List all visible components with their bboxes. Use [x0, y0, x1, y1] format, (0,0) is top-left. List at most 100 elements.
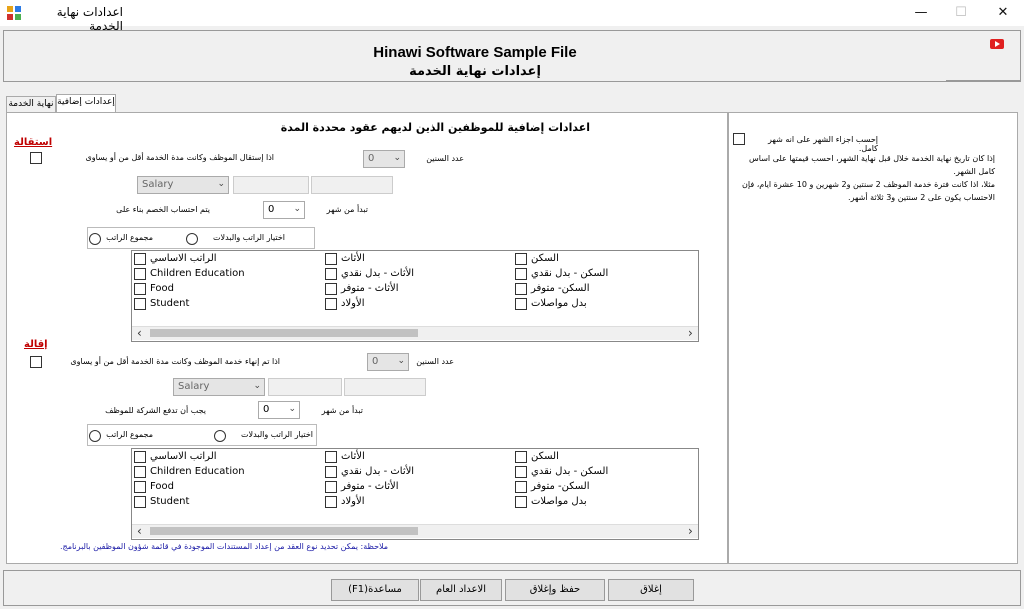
termination-checkbox[interactable]	[30, 356, 42, 368]
list-item-label: الأولاد	[341, 496, 365, 507]
resignation-radio-total[interactable]	[89, 233, 101, 245]
contract-note: ملاحظة: يمكن تحديد نوع العقد من إعداد ال…	[60, 542, 389, 551]
resignation-radio-select-label: اختيار الراتب والبدلات	[213, 233, 285, 242]
list-item-label: الأثاث - بدل نقدي	[341, 466, 415, 477]
list-item-label: الأولاد	[341, 298, 365, 309]
maximize-button[interactable]: ☐	[938, 0, 984, 26]
termination-col2-check-0[interactable]	[325, 451, 337, 463]
month-fraction-label: إحسب اجزاء الشهر على انه شهر كامل.	[768, 135, 878, 153]
resignation-col2-check-1[interactable]	[325, 268, 337, 280]
resignation-scroll-thumb[interactable]	[150, 329, 418, 337]
resignation-col1-check-1[interactable]	[134, 268, 146, 280]
resignation-salary-select[interactable]: Salary ⌄	[137, 176, 229, 194]
resignation-col1-check-0[interactable]	[134, 253, 146, 265]
termination-radio-select[interactable]	[214, 430, 226, 442]
chevron-down-icon: ⌄	[253, 381, 261, 391]
header-title-ar: إعدادات نهاية الخدمة	[409, 64, 541, 79]
list-item-label: الراتب الاساسي	[150, 253, 217, 264]
chevron-down-icon: ⌄	[293, 204, 301, 214]
resignation-start-select[interactable]: 0 ⌄	[263, 201, 305, 219]
general-settings-button[interactable]: الاعداد العام	[420, 579, 502, 601]
resignation-calc-label: يتم احتساب الخصم بناء على	[116, 205, 210, 214]
list-item-label: السكن - بدل نقدي	[531, 268, 609, 279]
termination-title: إقالة	[24, 339, 48, 350]
resignation-col1-check-3[interactable]	[134, 298, 146, 310]
termination-col1-check-2[interactable]	[134, 481, 146, 493]
termination-col3-check-2[interactable]	[515, 481, 527, 493]
list-item-label: الأثاث	[341, 253, 365, 264]
resignation-text-2[interactable]	[311, 176, 393, 194]
chevron-down-icon: ⌄	[288, 404, 296, 414]
tab-end-of-service[interactable]: نهاية الخدمة	[6, 96, 56, 113]
resignation-years-select[interactable]: 0 ⌄	[363, 150, 405, 168]
month-fraction-description-1: إذا كان تاريخ نهاية الخدمة خلال قبل نهاي…	[749, 154, 995, 176]
termination-col1-check-0[interactable]	[134, 451, 146, 463]
list-item-label: السكن- متوفر	[531, 481, 590, 492]
close-window-button[interactable]: ✕	[980, 0, 1024, 26]
resignation-checkbox-label: اذا إستقال الموظف وكانت مدة الخدمة أقل م…	[85, 153, 274, 162]
termination-salary-select[interactable]: Salary ⌄	[173, 378, 265, 396]
list-item-label: الأثاث - بدل نقدي	[341, 268, 415, 279]
header-divider	[946, 80, 1020, 81]
resignation-col3-check-1[interactable]	[515, 268, 527, 280]
list-item-label: الأثاث - متوفر	[341, 481, 399, 492]
termination-col2-check-2[interactable]	[325, 481, 337, 493]
month-fraction-checkbox[interactable]	[733, 133, 745, 145]
list-item-label: الأثاث - متوفر	[341, 283, 399, 294]
resignation-years-label: عدد السنين	[426, 154, 464, 163]
list-item-label: الأثاث	[341, 451, 365, 462]
list-item-label: Student	[150, 298, 190, 309]
list-item-label: بدل مواصلات	[531, 298, 587, 309]
resignation-col2-check-3[interactable]	[325, 298, 337, 310]
save-close-button[interactable]: حفظ وإغلاق	[505, 579, 605, 601]
termination-col3-check-0[interactable]	[515, 451, 527, 463]
resignation-col3-check-0[interactable]	[515, 253, 527, 265]
list-item-label: السكن	[531, 451, 559, 462]
resignation-col1-check-2[interactable]	[134, 283, 146, 295]
termination-radio-total[interactable]	[89, 430, 101, 442]
window-title: اعدادات نهاية الخدمة	[56, 5, 123, 33]
resignation-col3-check-3[interactable]	[515, 298, 527, 310]
tab-additional-settings[interactable]: إعدادات إضافية	[56, 94, 116, 113]
scroll-left-icon[interactable]: ‹	[137, 327, 142, 339]
termination-scroll-thumb[interactable]	[150, 527, 418, 535]
scroll-right-icon[interactable]: ›	[688, 525, 693, 537]
termination-calc-label: يجب أن تدفع الشركة للموظف	[105, 406, 206, 415]
resignation-col2-check-2[interactable]	[325, 283, 337, 295]
section-heading: اعدادات إضافية للموظفين الذين لديهم عقود…	[280, 121, 590, 134]
termination-col2-check-3[interactable]	[325, 496, 337, 508]
list-item-label: الراتب الاساسي	[150, 451, 217, 462]
resignation-radio-select[interactable]	[186, 233, 198, 245]
resignation-checkbox[interactable]	[30, 152, 42, 164]
termination-col1-check-1[interactable]	[134, 466, 146, 478]
termination-start-select[interactable]: 0 ⌄	[258, 401, 300, 419]
termination-radio-select-label: اختيار الراتب والبدلات	[241, 430, 313, 439]
resignation-col2-check-0[interactable]	[325, 253, 337, 265]
app-icon	[6, 5, 22, 21]
resignation-col3-check-2[interactable]	[515, 283, 527, 295]
resignation-text-1[interactable]	[233, 176, 309, 194]
close-button[interactable]: إغلاق	[608, 579, 694, 601]
termination-checkbox-label: اذا تم إنهاء خدمة الموظف وكانت مدة الخدم…	[70, 357, 280, 366]
chevron-down-icon: ⌄	[217, 179, 225, 189]
list-item-label: السكن - بدل نقدي	[531, 466, 609, 477]
help-button[interactable]: مساعدة(F1)	[331, 579, 419, 601]
termination-col3-check-3[interactable]	[515, 496, 527, 508]
youtube-icon[interactable]	[990, 39, 1004, 49]
termination-start-label: تبدأ من شهر	[321, 406, 363, 415]
month-fraction-description-2: مثلا، اذا كانت فترة خدمة الموظف 2 سنتين …	[742, 180, 995, 202]
termination-text-2[interactable]	[344, 378, 426, 396]
header-title-en: Hinawi Software Sample File	[373, 44, 577, 61]
termination-text-1[interactable]	[268, 378, 342, 396]
termination-col3-check-1[interactable]	[515, 466, 527, 478]
resignation-start-label: تبدأ من شهر	[326, 205, 368, 214]
scroll-left-icon[interactable]: ‹	[137, 525, 142, 537]
scroll-right-icon[interactable]: ›	[688, 327, 693, 339]
list-item-label: بدل مواصلات	[531, 496, 587, 507]
list-item-label: Food	[150, 283, 174, 294]
list-item-label: السكن- متوفر	[531, 283, 590, 294]
termination-col1-check-3[interactable]	[134, 496, 146, 508]
list-item-label: Student	[150, 496, 190, 507]
list-item-label: Children Education	[150, 268, 245, 279]
termination-col2-check-1[interactable]	[325, 466, 337, 478]
